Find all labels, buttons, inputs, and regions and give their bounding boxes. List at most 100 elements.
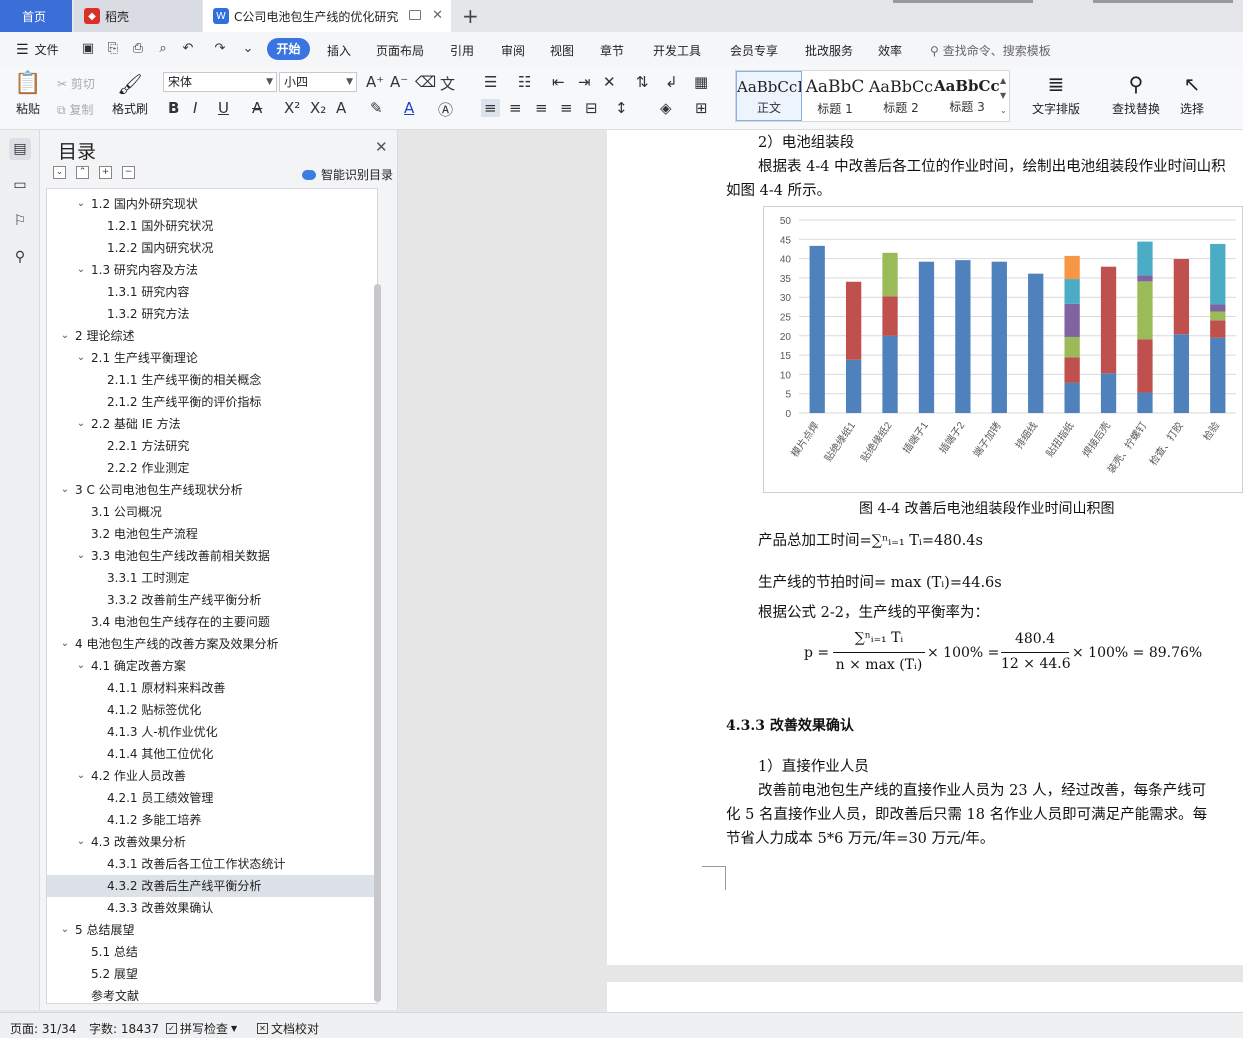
font-size-select[interactable]: 小四 ▼ <box>279 72 357 92</box>
word-count[interactable]: 字数: 18437 <box>89 1020 159 1037</box>
print-icon[interactable]: ⎙ <box>130 41 146 57</box>
style-heading-2[interactable]: AaBbCc 标题 2 <box>868 71 934 121</box>
menu-tab-start[interactable]: 开始 <box>267 38 310 60</box>
show-marks-icon[interactable]: ↲ <box>665 73 678 91</box>
toc-panel-icon[interactable]: ▤ <box>9 138 31 160</box>
toc-item[interactable]: 2.1.2 生产线平衡的评价指标 <box>47 391 377 413</box>
toc-item[interactable]: 5.2 展望 <box>47 963 377 985</box>
redo-icon[interactable]: ↷ <box>212 41 228 57</box>
toc-item[interactable]: 3.1 公司概况 <box>47 501 377 523</box>
superscript-icon[interactable]: X² <box>284 99 300 117</box>
tab-document[interactable]: W C公司电池包生产线的优化研究 ✕ <box>203 0 451 32</box>
print-preview-icon[interactable]: ⌕ <box>155 41 171 57</box>
chevron-down-icon[interactable]: ⌄ <box>75 765 87 787</box>
toc-item[interactable]: 参考文献 <box>47 985 377 1003</box>
toc-item[interactable]: 4.3.2 改善后生产线平衡分析 <box>47 875 377 897</box>
shrink-font-icon[interactable]: A⁻ <box>390 73 408 91</box>
toc-item[interactable]: 1.2.2 国内研究状况 <box>47 237 377 259</box>
shading-icon[interactable]: ◈ <box>660 99 672 117</box>
spell-check-toggle[interactable]: ✓ 拼写检查 ▼ <box>166 1020 237 1037</box>
menu-tab-review[interactable]: 审阅 <box>501 42 525 59</box>
chapter-nav-icon[interactable]: ▭ <box>9 174 31 196</box>
toc-item[interactable]: 3.2 电池包生产流程 <box>47 523 377 545</box>
undo-icon[interactable]: ↶ <box>180 41 196 57</box>
toc-item[interactable]: 1.2.1 国外研究状况 <box>47 215 377 237</box>
tab-daoke[interactable]: ◆ 稻壳 <box>74 0 202 32</box>
menu-tab-member[interactable]: 会员专享 <box>730 42 778 59</box>
font-name-select[interactable]: 宋体 ▼ <box>163 72 277 92</box>
italic-icon[interactable]: I <box>193 99 197 117</box>
quick-access-more-icon[interactable]: ⌄ <box>240 41 256 57</box>
toc-item[interactable]: ⌄ 2.1 生产线平衡理论 <box>47 347 377 369</box>
toc-item[interactable]: ⌄ 3.3 电池包生产线改善前相关数据 <box>47 545 377 567</box>
toc-item[interactable]: 2.2.2 作业测定 <box>47 457 377 479</box>
toc-item[interactable]: ⌄ 2 理论综述 <box>47 325 377 347</box>
menu-tab-view[interactable]: 视图 <box>550 42 574 59</box>
bold-icon[interactable]: B <box>168 99 179 117</box>
close-tab-icon[interactable]: ✕ <box>432 8 443 23</box>
menu-tab-layout[interactable]: 页面布局 <box>376 42 424 59</box>
chevron-down-icon[interactable]: ⌄ <box>59 325 71 347</box>
chevron-down-icon[interactable]: ⌄ <box>75 831 87 853</box>
toc-item[interactable]: 3.4 电池包生产线存在的主要问题 <box>47 611 377 633</box>
toc-item[interactable]: 4.3.1 改善后各工位工作状态统计 <box>47 853 377 875</box>
toc-item[interactable]: 2.2.1 方法研究 <box>47 435 377 457</box>
chevron-down-icon[interactable]: ⌄ <box>59 479 71 501</box>
document-page[interactable]: 2）电池组装段 根据表 4-4 中改善后各工位的作业时间，绘制出电池组装段作业时… <box>607 130 1243 965</box>
borders-icon[interactable]: ⊞ <box>695 99 708 117</box>
toc-item[interactable]: 3.3.2 改善前生产线平衡分析 <box>47 589 377 611</box>
toc-item[interactable]: ⌄ 4.2 作业人员改善 <box>47 765 377 787</box>
bookmark-icon[interactable]: ⚐ <box>9 210 31 232</box>
distribute-icon[interactable]: ⊟ <box>585 99 598 117</box>
toc-item[interactable]: 1.3.1 研究内容 <box>47 281 377 303</box>
toc-item[interactable]: 4.1.1 原材料来料改善 <box>47 677 377 699</box>
toc-item[interactable]: 4.2.1 员工绩效管理 <box>47 787 377 809</box>
toc-item[interactable]: 4.1.4 其他工位优化 <box>47 743 377 765</box>
toc-item[interactable]: ⌄ 1.3 研究内容及方法 <box>47 259 377 281</box>
chinese-layout-icon[interactable]: ✕ <box>603 73 616 91</box>
toc-item[interactable]: 2.1.1 生产线平衡的相关概念 <box>47 369 377 391</box>
collapse-all-icon[interactable]: ⌃ <box>76 166 89 179</box>
toc-item[interactable]: 4.1.2 多能工培养 <box>47 809 377 831</box>
toc-item[interactable]: 4.3.3 改善效果确认 <box>47 897 377 919</box>
line-spacing-icon[interactable]: ↕ <box>615 99 628 117</box>
proofread-toggle[interactable]: ✕ 文档校对 <box>257 1020 319 1037</box>
highlight-icon[interactable]: ✎ <box>370 99 383 117</box>
phonetic-guide-icon[interactable]: 文 <box>440 73 455 94</box>
table-tools-icon[interactable]: ▦ <box>694 73 708 91</box>
subscript-icon[interactable]: X₂ <box>310 99 326 117</box>
menu-tab-efficiency[interactable]: 效率 <box>878 42 902 59</box>
toc-item[interactable]: ⌄ 5 总结展望 <box>47 919 377 941</box>
sort-icon[interactable]: ⇅ <box>636 73 649 91</box>
toc-item[interactable]: 5.1 总结 <box>47 941 377 963</box>
toc-item[interactable]: 4.1.3 人-机作业优化 <box>47 721 377 743</box>
toc-scrollbar[interactable] <box>374 284 381 1002</box>
toc-item[interactable]: ⌄ 1.2 国内外研究现状 <box>47 193 377 215</box>
copy-button[interactable]: ⧉ 复制 <box>57 101 93 118</box>
strikethrough-icon[interactable]: A <box>252 99 262 117</box>
toc-item[interactable]: ⌄ 4 电池包生产线的改善方案及效果分析 <box>47 633 377 655</box>
text-layout-button[interactable]: ≣ 文字排版 <box>1025 72 1087 117</box>
toc-item[interactable]: 3.3.1 工时测定 <box>47 567 377 589</box>
find-replace-button[interactable]: ⚲ 查找替换 <box>1105 72 1167 117</box>
underline-icon[interactable]: U <box>218 99 229 117</box>
menu-tab-section[interactable]: 章节 <box>600 42 624 59</box>
chevron-down-icon[interactable]: ⌄ <box>75 413 87 435</box>
toc-item[interactable]: ⌄ 2.2 基础 IE 方法 <box>47 413 377 435</box>
remove-entry-icon[interactable]: − <box>122 166 135 179</box>
command-search[interactable]: ⚲ 查找命令、搜索模板 <box>930 42 1051 59</box>
tab-home[interactable]: 首页 <box>0 0 72 32</box>
align-left-icon[interactable]: ≡ <box>481 99 500 117</box>
toc-item[interactable]: ⌄ 4.3 改善效果分析 <box>47 831 377 853</box>
toc-item[interactable]: 1.3.2 研究方法 <box>47 303 377 325</box>
chevron-down-icon[interactable]: ⌄ <box>59 919 71 941</box>
expand-all-icon[interactable]: ⌄ <box>53 166 66 179</box>
cut-button[interactable]: ✂ 剪切 <box>57 75 95 92</box>
smart-toc-button[interactable]: 智能识别目录 <box>302 166 393 183</box>
decrease-indent-icon[interactable]: ⇤ <box>552 73 565 91</box>
chevron-down-icon[interactable]: ⌄ <box>59 633 71 655</box>
new-tab-button[interactable]: + <box>462 4 479 28</box>
next-page[interactable] <box>607 982 1243 1012</box>
style-heading-3[interactable]: AaBbCcl 标题 3 <box>934 71 1000 121</box>
style-gallery-scroll[interactable]: ▲ ▼ ⌄ <box>1000 73 1007 118</box>
